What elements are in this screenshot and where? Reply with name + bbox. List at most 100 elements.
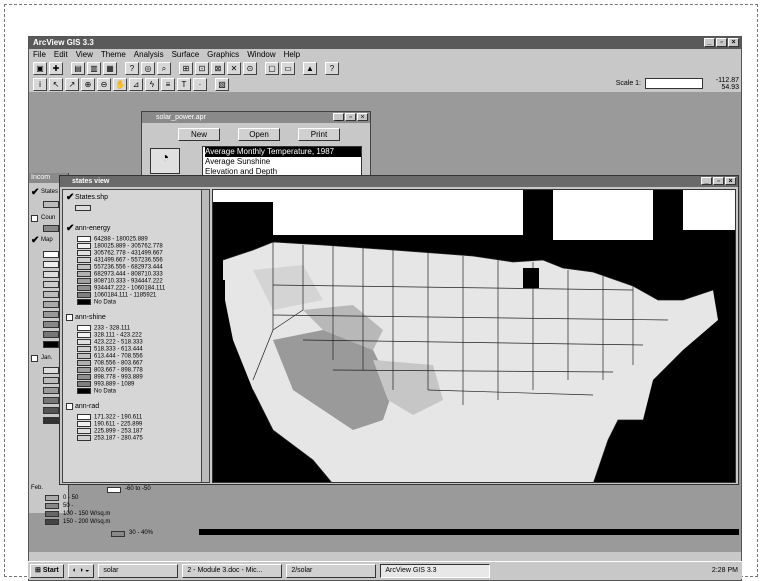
legend-label: 557236.556 - 682973.444	[94, 264, 163, 271]
legend-label: 682973.444 - 808710.333	[94, 271, 163, 278]
task-solar[interactable]: solar	[98, 563, 179, 578]
help-icon[interactable]: ?	[325, 61, 339, 75]
checkbox[interactable]	[31, 215, 38, 222]
table-icon[interactable]: ▦	[103, 61, 117, 75]
draw-icon[interactable]: ·	[193, 77, 207, 91]
pointer-icon[interactable]: ↖	[49, 77, 63, 91]
zoomin-tool-icon[interactable]: ⊕	[81, 77, 95, 91]
save-icon[interactable]: ▣	[33, 61, 47, 75]
legend-label: 225.899 - 253.187	[94, 428, 143, 435]
view-title: states view	[72, 178, 110, 185]
locate-icon[interactable]: ◎	[141, 61, 155, 75]
minimize-button[interactable]: _	[704, 38, 715, 47]
menu-analysis[interactable]: Analysis	[134, 49, 164, 60]
minimize-button[interactable]: _	[701, 177, 712, 185]
legend-swatch	[77, 257, 91, 263]
layout-icon[interactable]: ▭	[281, 61, 295, 75]
taskbar: ⊞ Start ◐ ◑ ◒ solar 2 - Module 3.doc - M…	[28, 561, 742, 579]
zoom-full-icon[interactable]: ⊞	[179, 61, 193, 75]
table-of-contents[interactable]: ✔ States.shp ✔ ann-energy 64288 - 180025.889…	[62, 189, 210, 483]
toc-scrollbar[interactable]	[201, 190, 209, 482]
menu-window[interactable]: Window	[247, 49, 275, 60]
quicklaunch-icon[interactable]: ◐ ◑ ◒	[67, 563, 95, 578]
maximize-button[interactable]: ▫	[716, 38, 727, 47]
maximize-button[interactable]: ▫	[345, 113, 356, 121]
theme-name[interactable]: ann-energy	[75, 225, 110, 232]
list-item[interactable]: Average Sunshine	[205, 157, 361, 167]
checkmark-icon: ✔	[31, 187, 40, 198]
menu-surface[interactable]: Surface	[172, 49, 200, 60]
info-icon[interactable]: i	[33, 77, 47, 91]
text-icon[interactable]: T	[177, 77, 191, 91]
menu-file[interactable]: File	[33, 49, 46, 60]
legend-label: 934447.222 - 1060184.111	[94, 285, 166, 292]
legend-swatch	[43, 251, 59, 258]
print-button[interactable]: Print	[298, 128, 340, 141]
menu-theme[interactable]: Theme	[101, 49, 126, 60]
legend-swatch	[77, 243, 91, 249]
map-display[interactable]	[212, 189, 736, 483]
edit-legend-icon[interactable]: ▥	[87, 61, 101, 75]
legend-pct: 30 - 40%	[129, 530, 154, 536]
coordinate-readout: -112.87 54.93	[715, 77, 739, 91]
close-button[interactable]: ×	[728, 38, 739, 47]
clock: 2:28 PM	[711, 567, 738, 574]
legend-label: 803.667 - 898.778	[94, 367, 143, 374]
legend-item: 253.187 - 280.475	[77, 435, 143, 443]
task-folder[interactable]: 2/solar	[286, 563, 377, 578]
legend-label: 993.889 - 1089	[94, 381, 135, 388]
scale-label: Scale 1:	[615, 80, 641, 87]
legend-swatch	[77, 339, 91, 345]
close-button[interactable]: ×	[357, 113, 368, 121]
minimize-button[interactable]: _	[333, 113, 344, 121]
start-button[interactable]: ⊞ Start	[30, 563, 64, 578]
menu-graphics[interactable]: Graphics	[207, 49, 239, 60]
close-button[interactable]: ×	[725, 177, 736, 185]
charts-icon[interactable]: ◔	[150, 148, 180, 174]
theme-name[interactable]: States.shp	[75, 194, 108, 201]
legend-swatch	[43, 397, 59, 404]
legend-swatch	[43, 201, 59, 208]
zoom-select-icon[interactable]: ⊠	[211, 61, 225, 75]
checkbox[interactable]	[31, 355, 38, 362]
theme-name[interactable]: ann-shine	[75, 314, 106, 321]
clear-select-icon[interactable]: ▢	[265, 61, 279, 75]
theme-properties-icon[interactable]: ▤	[71, 61, 85, 75]
menu-view[interactable]: View	[76, 49, 93, 60]
new-button[interactable]: New	[178, 128, 220, 141]
scale-input[interactable]	[645, 78, 703, 89]
menu-help[interactable]: Help	[284, 49, 300, 60]
legend-label: 708.556 - 803.667	[94, 360, 143, 367]
legend-swatch	[111, 531, 125, 537]
label-icon[interactable]: ≡	[161, 77, 175, 91]
add-theme-icon[interactable]: ✚	[49, 61, 63, 75]
legend-item: 0 - 50	[63, 495, 79, 501]
task-arcview[interactable]: ArcView GIS 3.3	[380, 563, 491, 578]
zoom-out-icon[interactable]: ⊙	[243, 61, 257, 75]
legend-swatch	[77, 346, 91, 352]
zoomout-tool-icon[interactable]: ⊖	[97, 77, 111, 91]
legend-label: No Data	[94, 388, 117, 395]
find-icon[interactable]: ⌕	[157, 61, 171, 75]
snap-icon[interactable]: ▧	[215, 77, 229, 91]
list-item[interactable]: Average Monthly Temperature, 1987	[205, 147, 361, 157]
vertex-icon[interactable]: ↗	[65, 77, 79, 91]
menu-edit[interactable]: Edit	[54, 49, 68, 60]
hotlink-icon[interactable]: ϟ	[145, 77, 159, 91]
theme-name[interactable]: ann-rad	[75, 403, 99, 410]
open-button[interactable]: Open	[238, 128, 280, 141]
app-title: ArcView GIS 3.3	[33, 38, 94, 47]
zoom-in-icon[interactable]: ✕	[227, 61, 241, 75]
zoom-theme-icon[interactable]: ⊡	[195, 61, 209, 75]
measure-icon[interactable]: ⊿	[129, 77, 143, 91]
chart-icon[interactable]: ▲	[303, 61, 317, 75]
checkmark-icon[interactable]: ✔	[66, 192, 74, 203]
pan-icon[interactable]: ✋	[113, 77, 127, 91]
query-icon[interactable]: ?	[125, 61, 139, 75]
theme-checkbox[interactable]	[66, 403, 73, 410]
checkmark-icon[interactable]: ✔	[66, 223, 74, 234]
legend-swatch	[43, 377, 59, 384]
maximize-button[interactable]: ▫	[713, 177, 724, 185]
task-word[interactable]: 2 - Module 3.doc - Mic...	[182, 563, 283, 578]
theme-checkbox[interactable]	[66, 314, 73, 321]
